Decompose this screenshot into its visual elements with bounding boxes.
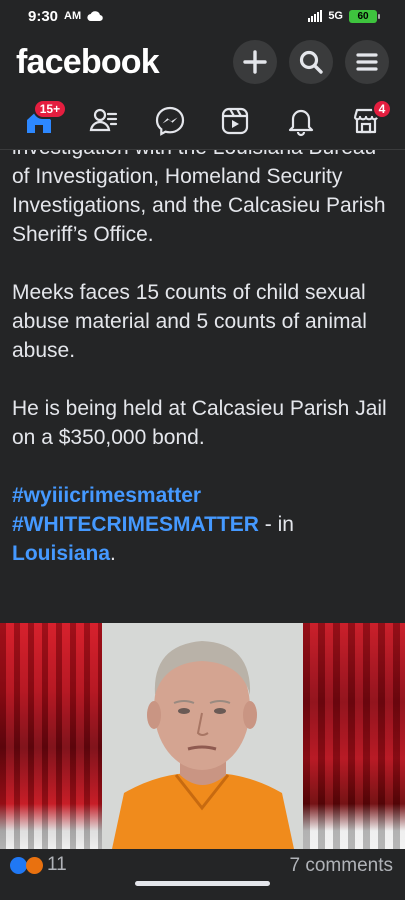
battery-icon: 60 bbox=[349, 9, 380, 23]
facebook-logo[interactable]: facebook bbox=[16, 43, 160, 82]
post-paragraph-1: investigation with the Louisiana Bureau … bbox=[12, 150, 386, 246]
comments-link[interactable]: 7 comments bbox=[290, 855, 393, 900]
post-body: investigation with the Louisiana Bureau … bbox=[12, 150, 397, 610]
photo-background-right bbox=[303, 623, 405, 849]
plus-icon bbox=[243, 50, 267, 74]
reaction-count: 11 bbox=[47, 854, 67, 875]
reactions-bar: 11 7 comments bbox=[0, 849, 405, 900]
header-actions bbox=[233, 40, 389, 84]
friends-icon bbox=[89, 108, 118, 131]
tab-notifications[interactable] bbox=[277, 97, 325, 145]
hashtag-link-2[interactable]: #WHITECRIMESMATTER bbox=[12, 513, 259, 536]
tab-friends[interactable] bbox=[80, 97, 128, 145]
status-right: 5G 60 bbox=[308, 9, 380, 23]
tab-marketplace[interactable]: 4 bbox=[342, 97, 393, 145]
status-bar: 9:30 AM 5G 60 bbox=[0, 0, 405, 32]
bell-icon bbox=[288, 109, 313, 136]
status-ampm: AM bbox=[64, 10, 82, 22]
location-link[interactable]: Louisiana bbox=[12, 542, 110, 565]
mugshot-image bbox=[102, 623, 303, 849]
menu-button[interactable] bbox=[345, 40, 389, 84]
hashtag-link-1[interactable]: #wyiiicrimesmatter bbox=[12, 484, 201, 507]
tab-bar: 15+ 4 bbox=[0, 92, 405, 150]
tab-home[interactable]: 15+ bbox=[15, 97, 68, 145]
marketplace-badge: 4 bbox=[371, 98, 393, 119]
post-paragraph-2: Meeks faces 15 counts of child sexual ab… bbox=[12, 281, 367, 362]
tab-reels[interactable] bbox=[211, 97, 259, 145]
angry-icon bbox=[26, 856, 43, 874]
create-button[interactable] bbox=[233, 40, 277, 84]
search-icon bbox=[299, 50, 323, 74]
signal-icon bbox=[308, 10, 323, 22]
like-icon bbox=[10, 856, 27, 874]
photo-background-left bbox=[0, 623, 102, 849]
status-left: 9:30 AM bbox=[28, 8, 103, 25]
status-time: 9:30 bbox=[28, 7, 59, 25]
in-text: - in bbox=[258, 513, 294, 536]
menu-icon bbox=[356, 53, 378, 71]
network-label: 5G bbox=[328, 10, 343, 22]
search-button[interactable] bbox=[289, 40, 333, 84]
post-paragraph-3: He is being held at Calcasieu Parish Jai… bbox=[12, 397, 387, 449]
reaction-summary[interactable]: 11 bbox=[10, 854, 67, 875]
tab-messenger[interactable] bbox=[146, 97, 194, 145]
battery-level: 60 bbox=[357, 10, 369, 22]
reels-icon bbox=[222, 107, 249, 134]
post-hashtags: #wyiiicrimesmatter #WHITECRIMESMATTER - … bbox=[12, 481, 397, 568]
messenger-icon bbox=[155, 106, 184, 136]
home-badge: 15+ bbox=[32, 98, 68, 119]
mugshot-photo bbox=[102, 623, 303, 849]
cloud-icon bbox=[87, 10, 103, 21]
period-text: . bbox=[110, 542, 116, 565]
home-indicator[interactable] bbox=[135, 881, 270, 886]
app-header: facebook bbox=[0, 32, 405, 92]
post-photo[interactable] bbox=[0, 623, 405, 849]
